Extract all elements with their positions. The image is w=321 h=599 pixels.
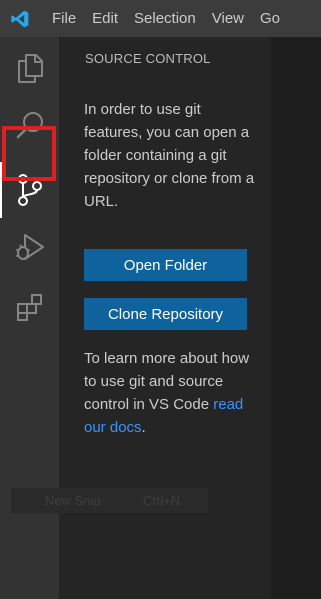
menu-go[interactable]: Go xyxy=(252,0,288,37)
learn-more-suffix: . xyxy=(141,419,146,436)
activity-explorer[interactable] xyxy=(0,40,59,96)
explorer-icon xyxy=(17,54,43,83)
clone-repository-button[interactable]: Clone Repository xyxy=(84,298,247,330)
panel-title: SOURCE CONTROL xyxy=(85,51,211,66)
activity-source-control[interactable] xyxy=(0,162,59,218)
learn-more-text: To learn more about how to use git and s… xyxy=(84,347,264,439)
faded-hint-label: New Snip xyxy=(45,493,101,508)
source-control-icon xyxy=(17,174,42,206)
run-debug-icon xyxy=(15,234,44,260)
editor-area xyxy=(271,37,321,599)
menu-view[interactable]: View xyxy=(204,0,252,37)
activity-extensions[interactable] xyxy=(0,279,59,335)
menu-file[interactable]: File xyxy=(40,0,84,37)
faded-hint: New Snip Ctrl+N xyxy=(11,488,208,513)
open-folder-button[interactable]: Open Folder xyxy=(84,249,247,281)
activity-search[interactable] xyxy=(0,97,59,153)
activity-bar xyxy=(0,37,59,599)
info-text: In order to use git features, you can op… xyxy=(84,101,255,210)
activity-run-debug[interactable] xyxy=(0,219,59,275)
faded-hint-shortcut: Ctrl+N xyxy=(143,493,181,508)
menu-selection[interactable]: Selection xyxy=(126,0,204,37)
title-bar: File Edit Selection View Go xyxy=(0,0,321,37)
extensions-icon xyxy=(16,294,42,321)
source-control-panel: SOURCE CONTROL In order to use git featu… xyxy=(59,37,271,599)
search-icon xyxy=(16,112,43,139)
menu-edit[interactable]: Edit xyxy=(84,0,126,37)
vscode-logo-icon xyxy=(0,0,40,37)
menu-bar: File Edit Selection View Go xyxy=(40,0,288,37)
